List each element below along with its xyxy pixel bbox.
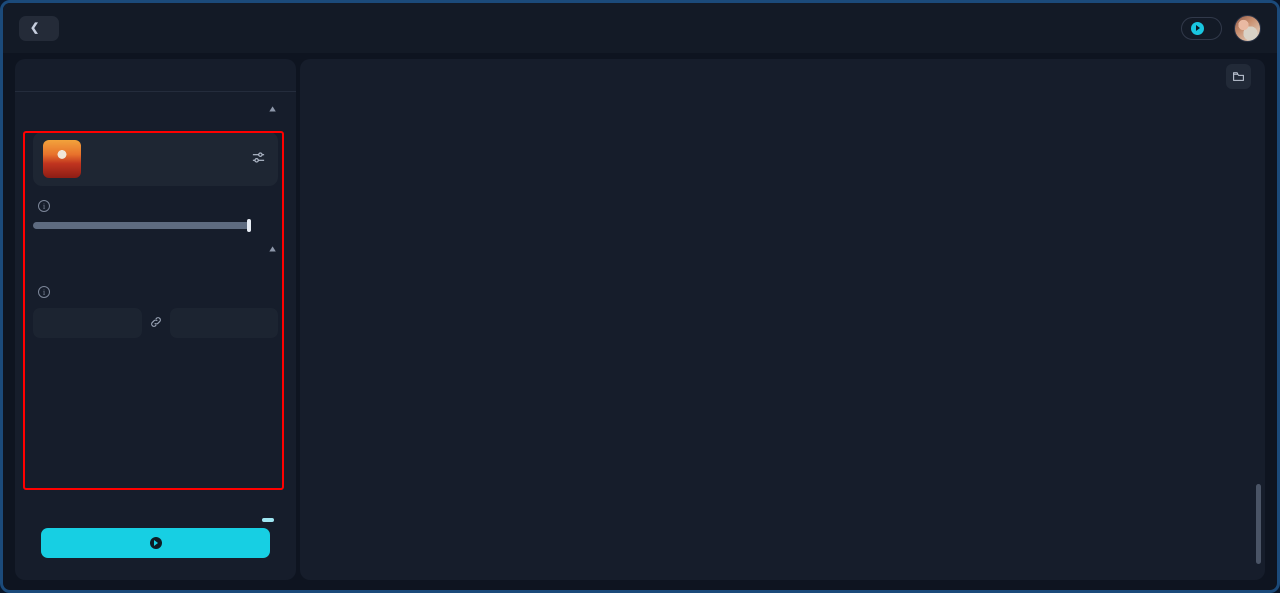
aspect-panel: i <box>15 272 296 338</box>
generate-area <box>41 518 274 558</box>
sidebar-tabs <box>15 59 296 91</box>
generate-button[interactable] <box>41 528 270 558</box>
quality-slider[interactable] <box>33 219 251 232</box>
app-window: ❮ ▲ i ▲ i <box>0 0 1280 593</box>
size-label-row: i <box>33 286 278 298</box>
results-panel <box>300 59 1265 580</box>
model-meta <box>91 158 239 160</box>
sliders-icon[interactable] <box>249 150 268 168</box>
model-section-header[interactable]: ▲ <box>15 92 296 124</box>
quality-slider-handle[interactable] <box>247 219 251 232</box>
info-icon[interactable]: i <box>38 200 50 212</box>
model-card-dreamina[interactable] <box>33 132 278 186</box>
folder-icon[interactable] <box>1226 63 1251 89</box>
chevron-left-icon: ❮ <box>30 21 40 34</box>
info-icon[interactable]: i <box>38 286 50 298</box>
sidebar: ▲ i ▲ i <box>15 59 296 580</box>
vertical-scrollbar[interactable] <box>1256 484 1261 564</box>
try-free-badge <box>262 518 274 522</box>
height-input[interactable] <box>169 308 278 338</box>
width-input[interactable] <box>33 308 142 338</box>
model-panel: i <box>15 132 296 232</box>
credit-balance[interactable] <box>1181 16 1222 40</box>
top-bar-right <box>1181 14 1261 42</box>
results-list[interactable] <box>300 93 1265 580</box>
link-icon[interactable] <box>149 315 163 332</box>
model-thumbnail <box>43 140 81 178</box>
top-bar: ❮ <box>3 3 1277 53</box>
coin-icon <box>1191 21 1204 35</box>
back-button[interactable]: ❮ <box>19 15 60 41</box>
chevron-up-icon[interactable]: ▲ <box>267 244 278 254</box>
size-row <box>33 308 278 338</box>
coin-icon <box>149 537 162 549</box>
results-toolbar <box>300 59 1265 93</box>
quality-label-row: i <box>33 200 278 212</box>
chevron-up-icon[interactable]: ▲ <box>267 104 278 114</box>
avatar[interactable] <box>1234 14 1261 42</box>
quality-slider-row <box>33 219 278 232</box>
aspect-section-header[interactable]: ▲ <box>15 229 296 264</box>
